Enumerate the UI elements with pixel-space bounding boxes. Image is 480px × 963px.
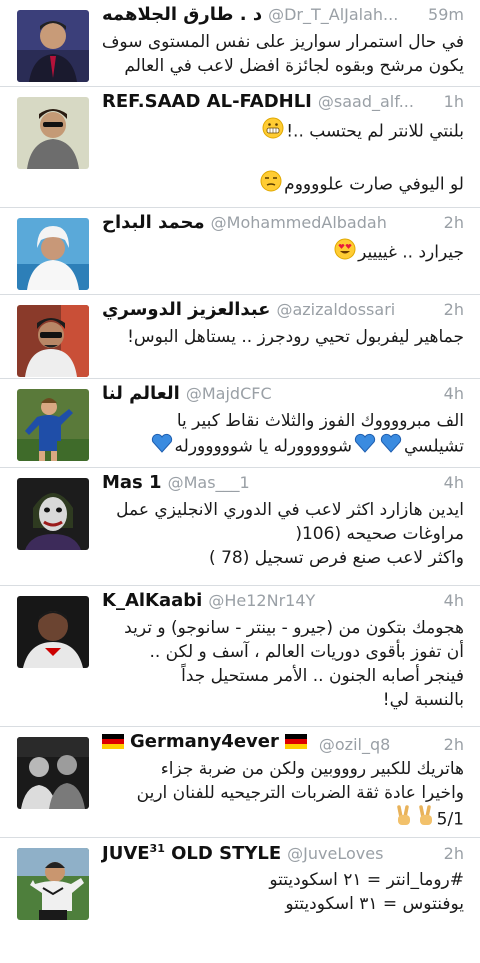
author-name-text[interactable]: OLD STYLE <box>165 843 281 864</box>
tweet-author-name[interactable]: JUVE31 OLD STYLE <box>102 842 281 864</box>
tweet-author-handle[interactable]: @Mas___1 <box>168 473 438 492</box>
tweet-text: هاتريك للكبير روووبين ولكن من ضربة جزاء … <box>102 757 464 834</box>
tweet-author-handle[interactable]: @saad_alf... <box>318 92 438 111</box>
tweet[interactable]: عبدالعزيز الدوسري @azizaldossari 2h جماه… <box>0 295 480 379</box>
tweet[interactable]: Mas 1 @Mas___1 4h ايدين هازارد اكثر لاعب… <box>0 468 480 586</box>
tweet-text-line: فينجر أصابه الجنون .. الأمر مستحيل جداً <box>181 666 464 686</box>
avatar[interactable] <box>17 848 89 920</box>
tweet-text-line <box>102 146 464 170</box>
avatar[interactable] <box>17 218 89 290</box>
tweet-timeline: د . طارق الجلاهمه @Dr_T_AlJalah... 59m ف… <box>0 0 480 963</box>
tweet-timestamp: 1h <box>443 92 464 111</box>
tweet-author-name[interactable]: Germany4ever <box>102 731 307 752</box>
tweet-text: هجومك بتكون من (جيرو - بينتر - سانوجو) و… <box>102 616 464 712</box>
tweet-timestamp: 2h <box>443 213 464 232</box>
tweet-text: في حال استمرار سواريز على نفس المستوى سو… <box>102 30 464 78</box>
tweet-author-name[interactable]: العالم لنا <box>102 383 180 404</box>
tweet-author-name[interactable]: Mas 1 <box>102 472 162 493</box>
tweet[interactable]: JUVE31 OLD STYLE @JuveLoves 2h #روما_انت… <box>0 838 480 963</box>
avatar[interactable] <box>17 737 89 809</box>
victory-hand-emoji <box>417 805 435 834</box>
tweet-text-line: جيرارد .. غيييير <box>358 242 464 263</box>
author-name-text[interactable]: JUVE <box>102 843 150 864</box>
avatar[interactable] <box>17 596 89 668</box>
blue-heart-emoji <box>380 433 402 460</box>
tweet-text-line: يوفنتوس = ٣١ اسكوديتتو <box>285 894 464 914</box>
tweet-text: الف مبرووووك الفوز والثلاث نقاط كبير يا … <box>102 409 464 460</box>
tweet-text-line: يكون مرشح وبقوه لجائزة افضل لاعب في العا… <box>124 56 464 76</box>
tweet-timestamp: 59m <box>428 5 464 24</box>
tweet-text-line: #روما_انتر = ٢١ اسكوديتتو <box>269 870 464 890</box>
germany-flag-icon <box>284 733 307 750</box>
tweet-text-line: أن تفوز بأقوى دوريات العالم ، آسف و لكن … <box>149 642 464 662</box>
tweet-text-line: تشيلسي <box>404 436 464 457</box>
tweet-text-line: مراوغات صحيحه (106( <box>295 524 464 544</box>
tweet[interactable]: Germany4ever @ozil_q8 2h هاتريك للكبير ر… <box>0 727 480 838</box>
tweet-author-name[interactable]: د . طارق الجلاهمه <box>102 4 262 25</box>
tweet-text-line: لو اليوفي صارت علووووم <box>284 174 464 195</box>
tweet[interactable]: العالم لنا @MajdCFC 4h الف مبرووووك الفو… <box>0 379 480 468</box>
tweet-text-line: واكثر لاعب صنع فرص تسجيل (78 ) <box>209 548 464 568</box>
tweet-author-handle[interactable]: @JuveLoves <box>287 844 438 863</box>
avatar[interactable] <box>17 389 89 461</box>
avatar[interactable] <box>17 10 89 82</box>
blue-heart-emoji <box>354 433 376 460</box>
author-name-superscript[interactable]: 31 <box>150 842 165 855</box>
tweet-text: جماهير ليفربول تحيي رودجرز .. يستاهل الب… <box>102 325 464 349</box>
tweet-timestamp: 2h <box>443 300 464 319</box>
avatar[interactable] <box>17 478 89 550</box>
tweet-author-handle[interactable]: @ozil_q8 <box>319 735 438 754</box>
tweet-text: بلنتي للانتر لم يحتسب ..! لو اليوفي صارت… <box>102 117 464 199</box>
avatar[interactable] <box>17 97 89 169</box>
tweet[interactable]: محمد البداح @MohammedAlbadah 2h جيرارد .… <box>0 208 480 295</box>
tweet-text-line: جماهير ليفربول تحيي رودجرز .. يستاهل الب… <box>127 327 464 347</box>
tweet-author-name[interactable]: K_AlKaabi <box>102 590 202 611</box>
tweet-text-line: بالنسبة لي! <box>382 690 464 710</box>
tweet-text-line: 5/1 <box>436 809 464 830</box>
tweet-text: جيرارد .. غيييير <box>102 238 464 267</box>
tweet-timestamp: 4h <box>443 384 464 403</box>
tweet-author-handle[interactable]: @azizaldossari <box>276 300 437 319</box>
tweet-timestamp: 4h <box>443 591 464 610</box>
tweet-timestamp: 4h <box>443 473 464 492</box>
blue-heart-emoji <box>151 433 173 460</box>
tweet-text-line: الف مبرووووك الفوز والثلاث نقاط كبير يا <box>176 411 464 431</box>
tweet-author-handle[interactable]: @MohammedAlbadah <box>211 213 438 232</box>
germany-flag-icon <box>102 733 124 750</box>
tweet-text-line: هاتريك للكبير روووبين ولكن من ضربة جزاء <box>160 759 464 779</box>
tweet-text-line: بلنتي للانتر لم يحتسب ..! <box>286 121 464 142</box>
avatar[interactable] <box>17 305 89 377</box>
tweet-author-handle[interactable]: @He12Nr14Y <box>208 591 437 610</box>
tweet-author-name[interactable]: محمد البداح <box>102 212 205 233</box>
unamused-face-emoji <box>260 170 282 199</box>
tweet-text-line: واخيرا عادة ثقة الضربات الترجيحيه للفنان… <box>136 783 464 803</box>
tweet-author-handle[interactable]: @MajdCFC <box>186 384 438 403</box>
tweet-text-line: في حال استمرار سواريز على نفس المستوى سو… <box>101 32 464 52</box>
tweet-author-handle[interactable]: @Dr_T_AlJalah... <box>268 5 422 24</box>
tweet[interactable]: د . طارق الجلاهمه @Dr_T_AlJalah... 59m ف… <box>0 0 480 87</box>
tweet-author-name[interactable]: REF.SAAD AL-FADHLI <box>102 91 312 112</box>
tweet[interactable]: K_AlKaabi @He12Nr14Y 4h هجومك بتكون من (… <box>0 586 480 727</box>
tweet-text-line: شووووورله يا شووووورله <box>174 436 352 457</box>
author-name-text[interactable]: Germany4ever <box>130 731 279 752</box>
tweet-text: ايدين هازارد اكثر لاعب في الدوري الانجلي… <box>102 498 464 570</box>
tweet-text: #روما_انتر = ٢١ اسكوديتتو يوفنتوس = ٣١ ا… <box>102 868 464 916</box>
tweet-author-name[interactable]: عبدالعزيز الدوسري <box>102 299 270 320</box>
tweet[interactable]: REF.SAAD AL-FADHLI @saad_alf... 1h بلنتي… <box>0 87 480 208</box>
grinning-face-emoji <box>262 117 284 146</box>
tweet-timestamp: 2h <box>443 844 464 863</box>
heart-eyes-emoji <box>334 238 356 267</box>
victory-hand-emoji <box>395 805 413 834</box>
tweet-text-line: هجومك بتكون من (جيرو - بينتر - سانوجو) و… <box>124 618 464 638</box>
tweet-text-line: ايدين هازارد اكثر لاعب في الدوري الانجلي… <box>116 500 464 520</box>
tweet-timestamp: 2h <box>443 734 464 754</box>
